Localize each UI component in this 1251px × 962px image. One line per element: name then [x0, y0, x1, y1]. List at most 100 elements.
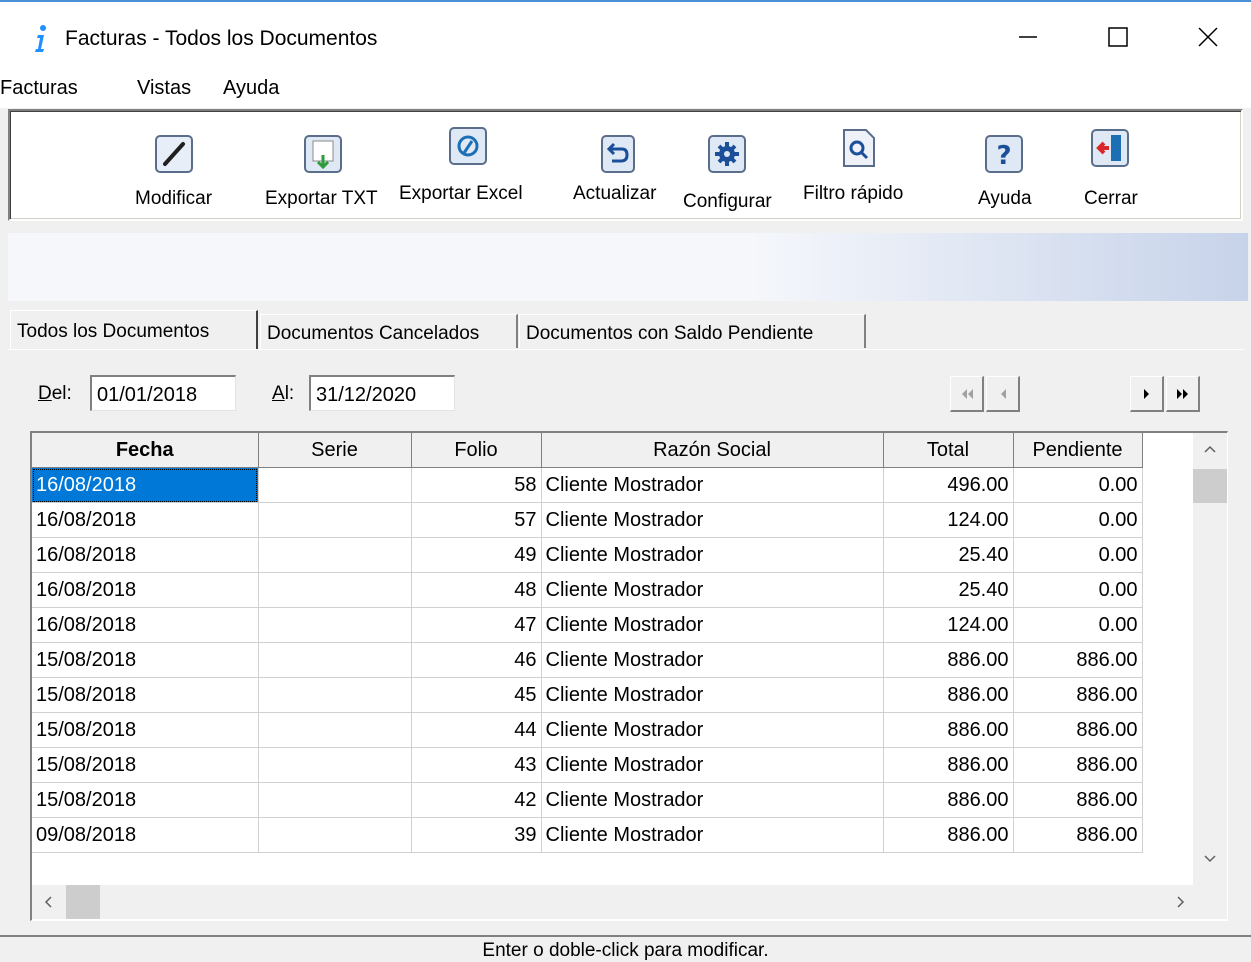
menu-facturas[interactable]: Facturas	[0, 77, 78, 100]
cell-razon-social[interactable]: Cliente Mostrador	[541, 537, 884, 573]
cell-pendiente[interactable]: 886.00	[1013, 712, 1143, 748]
table-row[interactable]: 09/08/2018 39 Cliente Mostrador 886.00 886.0…	[32, 817, 1143, 853]
cell-pendiente[interactable]: 886.00	[1013, 747, 1143, 783]
cell-total[interactable]: 886.00	[883, 712, 1014, 748]
cell-total[interactable]: 25.40	[883, 537, 1014, 573]
cell-razon-social[interactable]: Cliente Mostrador	[541, 467, 884, 503]
menu-vistas[interactable]: Vistas	[137, 77, 191, 100]
cell-razon-social[interactable]: Cliente Mostrador	[541, 817, 884, 853]
cell-pendiente[interactable]: 886.00	[1013, 642, 1143, 678]
cell-razon-social[interactable]: Cliente Mostrador	[541, 502, 884, 538]
cell-razon-social[interactable]: Cliente Mostrador	[541, 677, 884, 713]
cell-serie[interactable]	[258, 817, 412, 853]
minimize-button[interactable]	[998, 12, 1058, 62]
documents-grid[interactable]: Fecha Serie Folio Razón Social Total Pen…	[30, 431, 1228, 921]
previous-record-button[interactable]	[986, 376, 1020, 412]
cell-pendiente[interactable]: 0.00	[1013, 537, 1143, 573]
cell-folio[interactable]: 48	[411, 572, 542, 608]
cell-razon-social[interactable]: Cliente Mostrador	[541, 642, 884, 678]
cell-fecha[interactable]: 09/08/2018	[32, 817, 259, 853]
cell-total[interactable]: 124.00	[883, 502, 1014, 538]
cell-razon-social[interactable]: Cliente Mostrador	[541, 782, 884, 818]
cell-total[interactable]: 886.00	[883, 817, 1014, 853]
cell-pendiente[interactable]: 0.00	[1013, 467, 1143, 503]
cell-folio[interactable]: 42	[411, 782, 542, 818]
tab-documentos-cancelados[interactable]: Documentos Cancelados	[260, 314, 518, 348]
cell-serie[interactable]	[258, 502, 412, 538]
next-record-button[interactable]	[1130, 376, 1164, 412]
cell-razon-social[interactable]: Cliente Mostrador	[541, 747, 884, 783]
col-header-pendiente[interactable]: Pendiente	[1013, 433, 1143, 468]
cell-serie[interactable]	[258, 747, 412, 783]
cell-fecha[interactable]: 16/08/2018	[32, 502, 259, 538]
filtro-rapido-button[interactable]: Filtro rápido	[800, 121, 920, 216]
cell-folio[interactable]: 45	[411, 677, 542, 713]
cell-pendiente[interactable]: 886.00	[1013, 677, 1143, 713]
exportar-excel-button[interactable]: Exportar Excel	[396, 121, 541, 216]
cell-fecha[interactable]: 15/08/2018	[32, 677, 259, 713]
cerrar-button[interactable]: Cerrar	[1078, 121, 1158, 216]
scroll-down-icon[interactable]	[1204, 855, 1216, 863]
modificar-button[interactable]: Modificar	[130, 121, 230, 216]
cell-razon-social[interactable]: Cliente Mostrador	[541, 607, 884, 643]
cell-fecha[interactable]: 16/08/2018	[32, 572, 259, 608]
table-row[interactable]: 16/08/2018 49 Cliente Mostrador 25.40 0.00	[32, 537, 1143, 573]
cell-serie[interactable]	[258, 572, 412, 608]
table-row[interactable]: 16/08/2018 57 Cliente Mostrador 124.00 0.00	[32, 502, 1143, 538]
close-window-button[interactable]	[1178, 12, 1238, 62]
col-header-total[interactable]: Total	[883, 433, 1014, 468]
col-header-serie[interactable]: Serie	[258, 433, 412, 468]
cell-serie[interactable]	[258, 467, 412, 503]
cell-folio[interactable]: 49	[411, 537, 542, 573]
table-row[interactable]: 16/08/2018 58 Cliente Mostrador 496.00 0.00	[32, 467, 1143, 503]
cell-serie[interactable]	[258, 782, 412, 818]
cell-fecha[interactable]: 15/08/2018	[32, 642, 259, 678]
cell-folio[interactable]: 58	[411, 467, 542, 503]
cell-total[interactable]: 496.00	[883, 467, 1014, 503]
cell-fecha[interactable]: 15/08/2018	[32, 782, 259, 818]
cell-total[interactable]: 886.00	[883, 782, 1014, 818]
cell-total[interactable]: 886.00	[883, 642, 1014, 678]
tab-documentos-saldo-pendiente[interactable]: Documentos con Saldo Pendiente	[519, 314, 866, 348]
table-row[interactable]: 16/08/2018 47 Cliente Mostrador 124.00 0.00	[32, 607, 1143, 643]
cell-razon-social[interactable]: Cliente Mostrador	[541, 572, 884, 608]
horizontal-scrollbar[interactable]	[32, 885, 1227, 919]
cell-fecha[interactable]: 16/08/2018	[32, 607, 259, 643]
cell-pendiente[interactable]: 886.00	[1013, 817, 1143, 853]
cell-pendiente[interactable]: 0.00	[1013, 572, 1143, 608]
menu-ayuda[interactable]: Ayuda	[223, 77, 279, 100]
col-header-folio[interactable]: Folio	[411, 433, 542, 468]
cell-pendiente[interactable]: 0.00	[1013, 502, 1143, 538]
cell-total[interactable]: 886.00	[883, 677, 1014, 713]
first-record-button[interactable]	[950, 376, 984, 412]
vertical-scroll-thumb[interactable]	[1193, 469, 1227, 503]
horizontal-scroll-thumb[interactable]	[66, 885, 100, 919]
cell-folio[interactable]: 39	[411, 817, 542, 853]
cell-serie[interactable]	[258, 607, 412, 643]
table-row[interactable]: 15/08/2018 42 Cliente Mostrador 886.00 886.0…	[32, 782, 1143, 818]
fecha-del-input[interactable]: 01/01/2018	[90, 375, 236, 411]
cell-serie[interactable]	[258, 537, 412, 573]
configurar-button[interactable]: Configurar	[680, 121, 790, 216]
col-header-razon-social[interactable]: Razón Social	[541, 433, 884, 468]
cell-fecha[interactable]: 15/08/2018	[32, 712, 259, 748]
cell-pendiente[interactable]: 0.00	[1013, 607, 1143, 643]
ayuda-button[interactable]: ? Ayuda	[970, 121, 1050, 216]
col-header-fecha[interactable]: Fecha	[32, 433, 259, 468]
table-row[interactable]: 15/08/2018 43 Cliente Mostrador 886.00 886.0…	[32, 747, 1143, 783]
cell-serie[interactable]	[258, 677, 412, 713]
scroll-up-icon[interactable]	[1204, 445, 1216, 453]
actualizar-button[interactable]: Actualizar	[570, 121, 675, 216]
cell-fecha[interactable]: 16/08/2018	[32, 537, 259, 573]
cell-serie[interactable]	[258, 642, 412, 678]
scroll-right-icon[interactable]	[1177, 896, 1185, 908]
cell-folio[interactable]: 47	[411, 607, 542, 643]
last-record-button[interactable]	[1166, 376, 1200, 412]
cell-folio[interactable]: 57	[411, 502, 542, 538]
tab-todos-los-documentos[interactable]: Todos los Documentos	[10, 310, 258, 350]
cell-serie[interactable]	[258, 712, 412, 748]
maximize-button[interactable]	[1088, 12, 1148, 62]
cell-fecha[interactable]: 15/08/2018	[32, 747, 259, 783]
cell-total[interactable]: 124.00	[883, 607, 1014, 643]
table-row[interactable]: 15/08/2018 46 Cliente Mostrador 886.00 886.0…	[32, 642, 1143, 678]
